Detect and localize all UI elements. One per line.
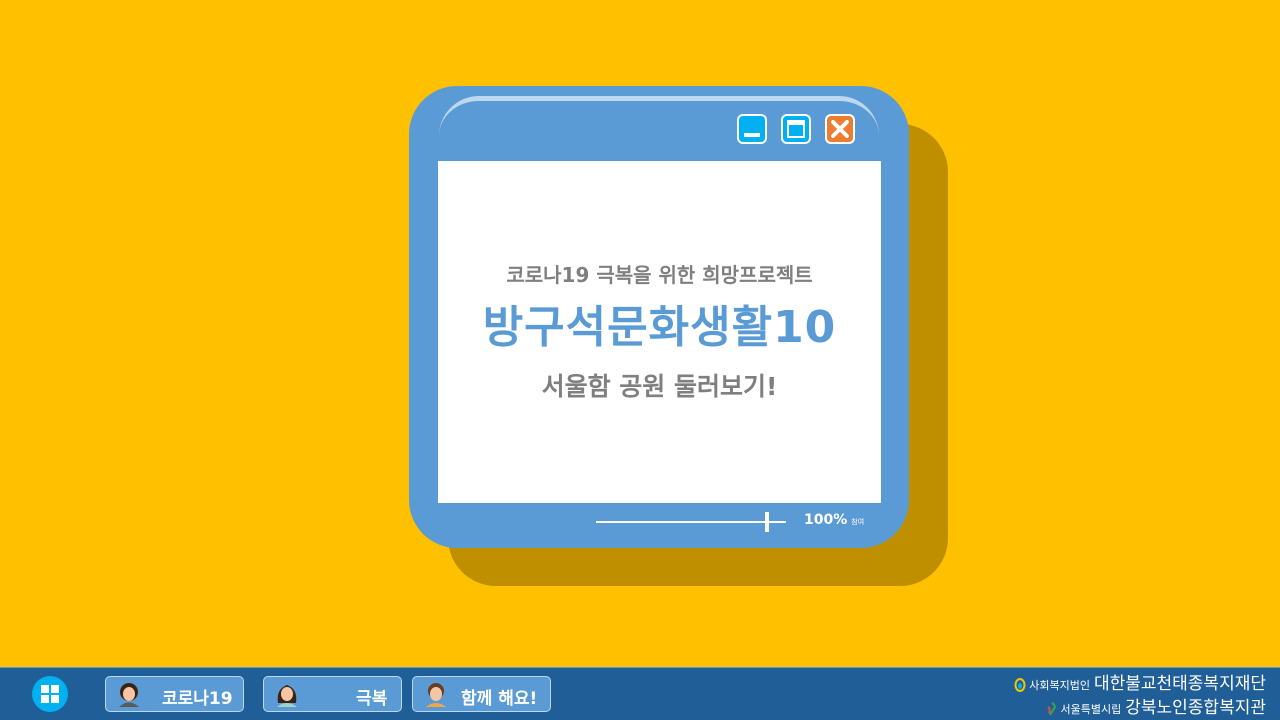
taskbar-item-together[interactable]: 함께 해요! [412,676,551,712]
app-window: 코로나19 극복을 위한 희망프로젝트 방구석문화생활10 서울함 공원 둘러보… [409,86,909,548]
org-name: 강북노인종합복지관 [1125,698,1266,718]
windows-logo-icon [41,685,59,703]
window-highlight [439,96,879,136]
org-line-welfare-center: 서울특별시립 강북노인종합복지관 [1046,693,1266,718]
caption: 서울함 공원 둘러보기! [541,372,778,401]
close-icon [831,120,849,138]
minimize-icon [744,133,760,137]
person-avatar-icon [426,683,446,707]
window-content: 코로나19 극복을 위한 희망프로젝트 방구석문화생활10 서울함 공원 둘러보… [438,161,881,503]
maximize-icon [787,120,805,138]
zoom-readout: 100% 참여 [804,512,864,528]
foundation-logo-icon [1014,677,1026,692]
taskbar-item-label: 코로나19 [162,689,233,709]
zoom-level: 100% [804,512,848,528]
city-logo-icon [1046,701,1056,716]
taskbar-item-label: 함께 해요! [461,689,538,709]
org-line-foundation: 사회복지법인 대한불교천태종복지재단 [1014,669,1266,694]
page-title: 방구석문화생활10 [482,302,837,353]
person-avatar-icon [119,683,139,707]
org-prefix: 사회복지법인 [1029,679,1090,692]
start-button[interactable] [32,676,68,712]
minimize-button[interactable] [737,114,767,144]
taskbar-item-corona19[interactable]: 코로나19 [105,676,244,712]
subtitle: 코로나19 극복을 위한 희망프로젝트 [506,263,813,287]
zoom-slider-thumb[interactable] [765,512,769,532]
taskbar-item-overcome[interactable]: 극복 [263,676,402,712]
zoom-slider-track[interactable] [596,521,786,523]
zoom-unit: 참여 [851,518,865,526]
org-prefix: 서울특별시립 [1060,703,1122,716]
org-name: 대한불교천태종복지재단 [1093,674,1266,694]
maximize-button[interactable] [781,114,811,144]
taskbar: 코로나19 극복 함께 해요! 사회복지법인 대한불교천태종복지재단 서울특별시… [0,667,1280,720]
person-avatar-icon [277,685,297,707]
taskbar-item-label: 극복 [356,689,388,709]
close-button[interactable] [825,114,855,144]
